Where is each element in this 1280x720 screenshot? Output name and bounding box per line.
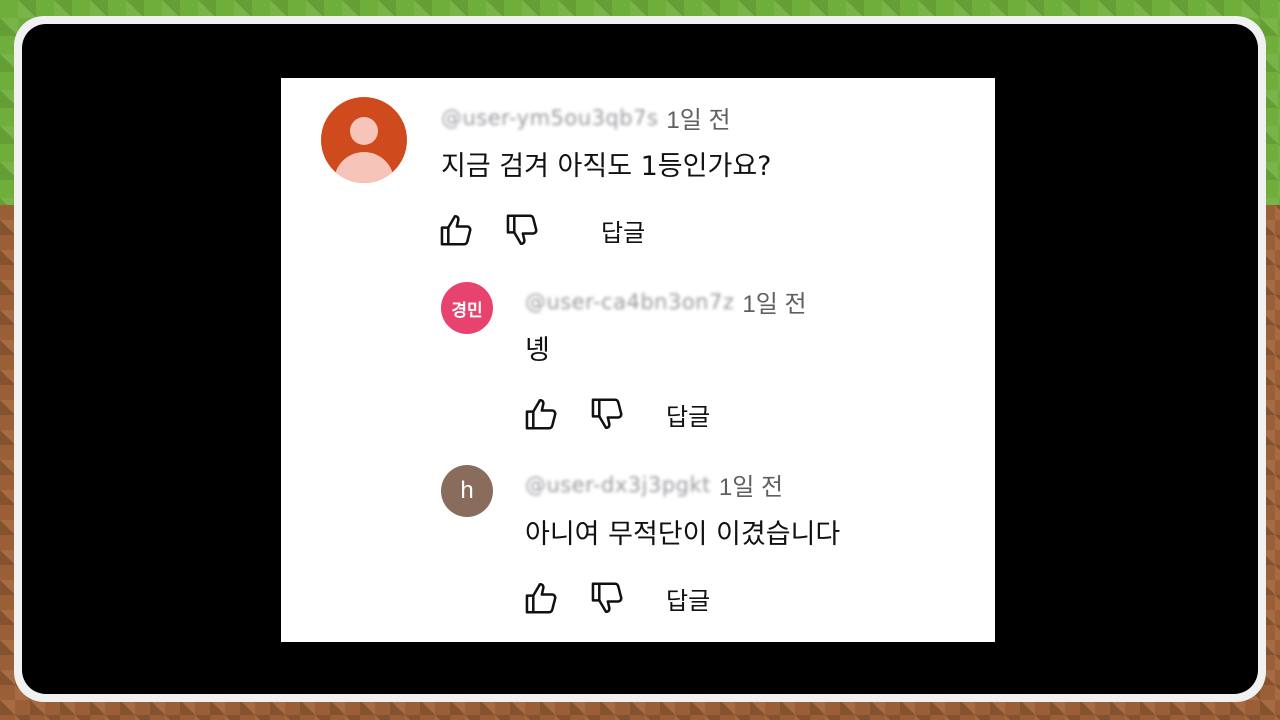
thumbs-down-icon[interactable] [588,578,628,618]
comment-meta: @user-dx3j3pgkt 1일 전 [525,467,783,502]
comment-author[interactable]: @user-ca4bn3on7z [525,290,734,314]
reply-button[interactable]: 답글 [666,397,710,432]
comment-meta: @user-ca4bn3on7z 1일 전 [525,284,807,319]
comment-actions: 답글 [522,578,710,618]
comment-time[interactable]: 1일 전 [719,467,783,502]
reply-button[interactable]: 답글 [601,213,645,248]
comment-time[interactable]: 1일 전 [742,284,806,319]
comment-actions: 답글 [437,210,645,250]
avatar-default-head [350,117,378,145]
thumbs-down-icon[interactable] [588,394,628,434]
avatar[interactable] [321,97,407,183]
thumbs-up-icon[interactable] [437,210,477,250]
comment-card: @user-ym5ou3qb7s 1일 전 지금 검겨 아직도 1등인가요? 답… [281,78,995,642]
comment-text: 녱 [525,335,550,366]
reply-button[interactable]: 답글 [666,581,710,616]
comment-text: 지금 검겨 아직도 1등인가요? [441,151,772,182]
comment-meta: @user-ym5ou3qb7s 1일 전 [441,100,731,135]
thumbs-down-icon[interactable] [503,210,543,250]
avatar-default-body [334,152,394,183]
comment-text: 아니여 무적단이 이겼습니다 [525,519,841,550]
avatar[interactable]: h [441,465,493,517]
thumbs-up-icon[interactable] [522,394,562,434]
avatar[interactable]: 경민 [441,282,493,334]
comment-author[interactable]: @user-dx3j3pgkt [525,473,711,497]
comment-time[interactable]: 1일 전 [666,100,730,135]
comment-author[interactable]: @user-ym5ou3qb7s [441,106,658,130]
comment-actions: 답글 [522,394,710,434]
thumbs-up-icon[interactable] [522,578,562,618]
